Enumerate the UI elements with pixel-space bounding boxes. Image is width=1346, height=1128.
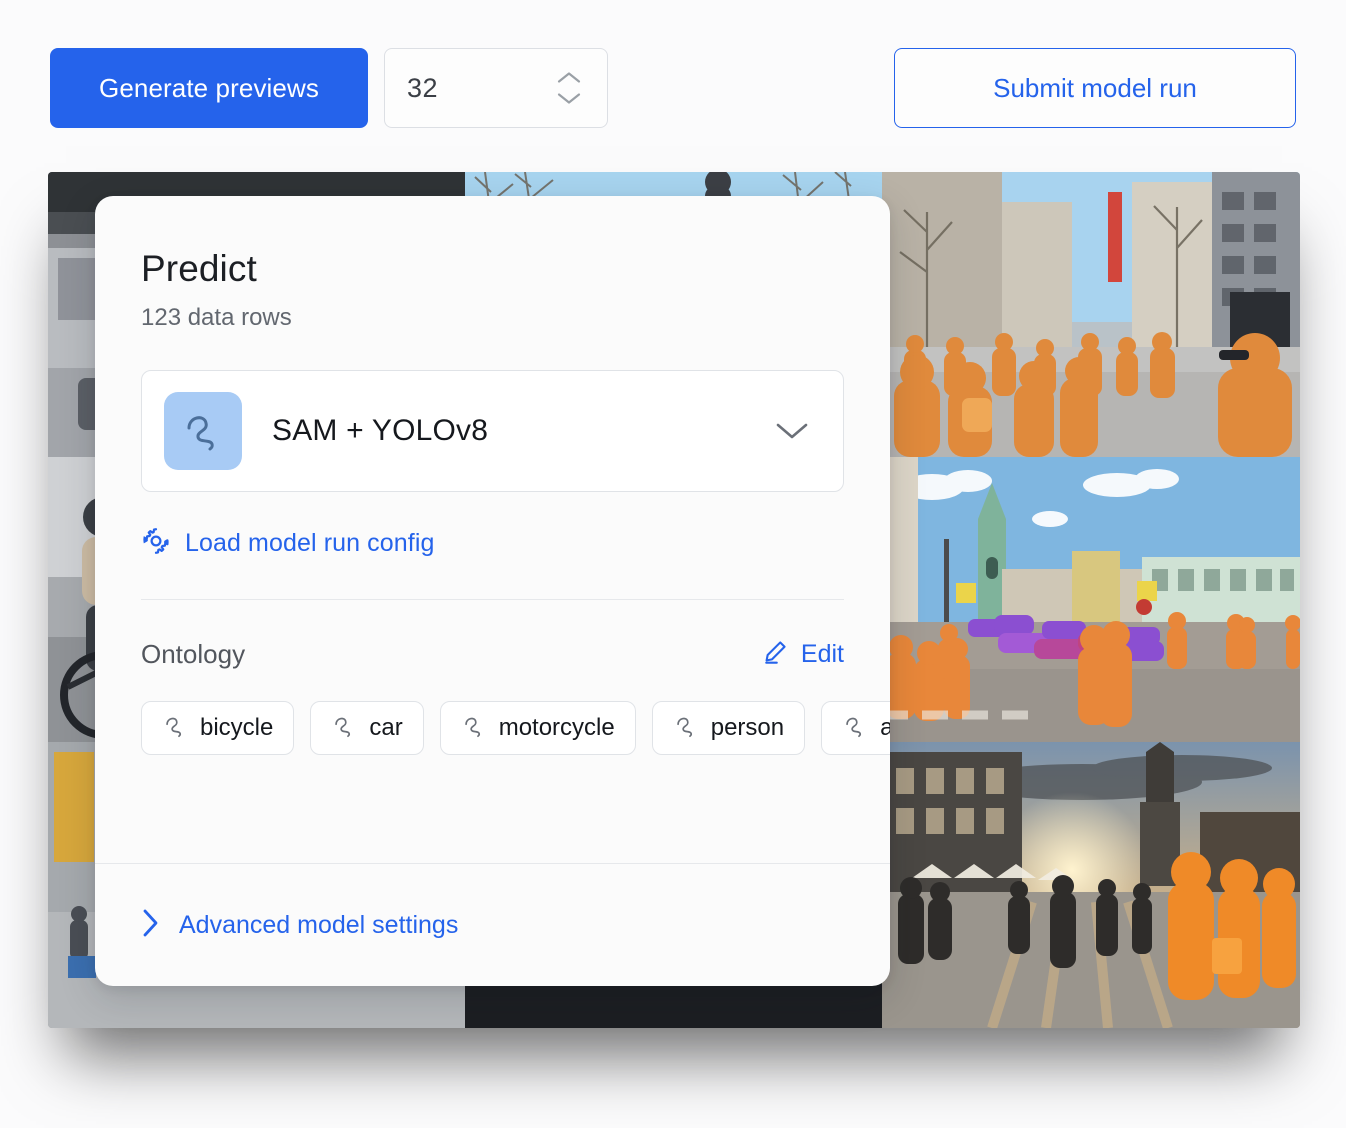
preview-count-value: 32 [407,72,439,103]
load-model-run-config-link[interactable]: Load model run config [141,526,435,561]
ontology-chip[interactable]: person [651,701,806,755]
advanced-model-settings-toggle[interactable]: Advanced model settings [141,864,844,986]
ontology-chip[interactable]: motorcycle [439,701,636,755]
ontology-edit-button[interactable]: Edit [761,638,844,671]
model-select-value: SAM + YOLOv8 [272,414,489,447]
app-screen: Generate previews 32 Submit model run Pr… [0,0,1346,1128]
freehand-squiggle-icon [461,713,487,744]
ontology-edit-label: Edit [800,640,844,668]
ontology-chip[interactable]: airplane [821,701,890,755]
ontology-chip-label: motorcycle [498,714,615,741]
preview-image-9[interactable] [882,742,1300,1028]
submit-model-run-button[interactable]: Submit model run [894,48,1296,128]
freehand-squiggle-icon [842,713,868,744]
preview-count-stepper[interactable] [555,70,583,107]
preview-image-3[interactable] [882,172,1300,457]
freehand-squiggle-icon [331,713,357,744]
chevron-down-icon[interactable] [775,421,809,441]
predict-modal: Predict 123 data rows SAM + YOLOv8 Load … [95,196,890,986]
ontology-chip-label: car [369,714,403,741]
freehand-squiggle-icon [162,713,188,744]
chevron-right-icon [141,907,161,944]
ontology-chip-label: person [710,714,785,741]
ontology-chip-label: bicycle [200,714,274,741]
divider-top [141,599,844,600]
submit-model-run-label: Submit model run [993,72,1197,103]
pencil-icon [761,638,789,671]
preview-count-field[interactable]: 32 [384,48,608,128]
ontology-chip-list: bicycle car motorcycle person a [141,701,890,755]
ontology-title: Ontology [141,639,246,669]
preview-image-6[interactable] [882,457,1300,742]
ontology-chip[interactable]: bicycle [141,701,295,755]
page-title: Predict [141,248,257,289]
ontology-header: Ontology Edit [141,638,844,671]
generate-previews-button[interactable]: Generate previews [50,48,368,128]
stepper-down-icon[interactable] [555,91,583,107]
stepper-up-icon[interactable] [555,70,583,86]
freehand-squiggle-icon [673,713,699,744]
generate-previews-label: Generate previews [99,72,319,103]
advanced-model-settings-label: Advanced model settings [179,910,459,939]
ontology-chip-label: airplane [880,714,890,741]
freehand-squiggle-icon [164,392,242,470]
toolbar: Generate previews 32 Submit model run [50,48,1296,128]
ontology-chip[interactable]: car [310,701,424,755]
model-select[interactable]: SAM + YOLOv8 [141,370,844,492]
gear-icon [141,526,171,561]
data-rows-count: 123 data rows [141,304,292,331]
load-model-run-config-label: Load model run config [185,529,435,557]
